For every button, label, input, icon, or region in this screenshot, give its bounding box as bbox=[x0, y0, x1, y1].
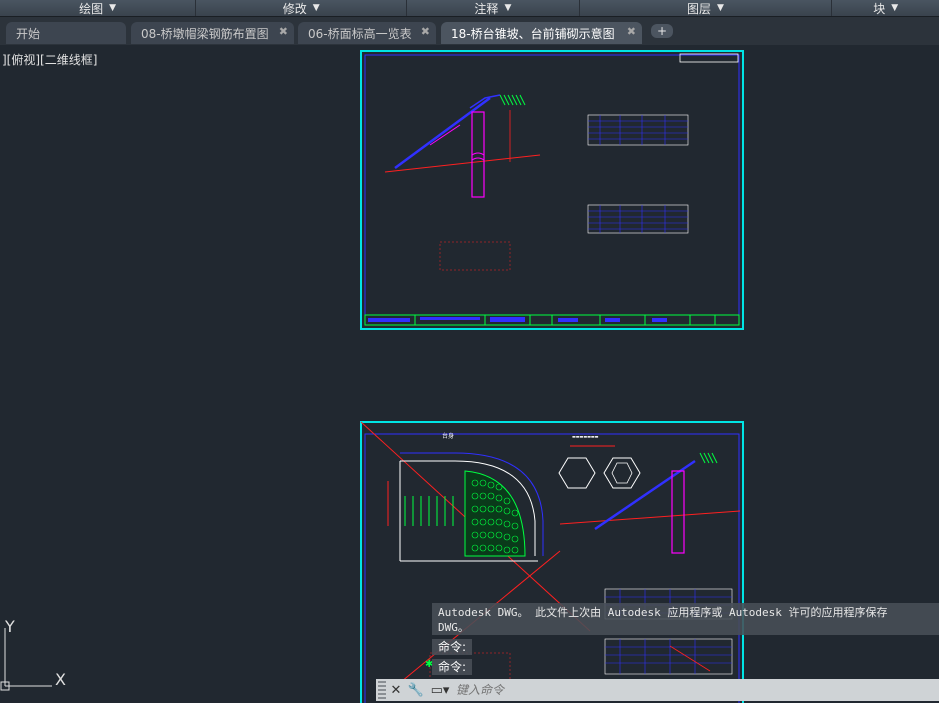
inner-border bbox=[364, 54, 740, 326]
ucs-axis-icon: Y X bbox=[0, 618, 66, 691]
chevron-down-icon: ▼ bbox=[312, 3, 320, 13]
dim-line bbox=[429, 124, 461, 146]
hatching-2 bbox=[699, 452, 718, 464]
command-prompt-icon[interactable]: ▭▾ bbox=[426, 680, 454, 700]
quantity-table-1 bbox=[587, 114, 689, 146]
ribbon-panel-modify[interactable]: 修改 ▼ bbox=[196, 0, 408, 16]
quantity-table-4 bbox=[604, 638, 733, 675]
tab-label: 开始 bbox=[16, 26, 41, 41]
hexagon-block-2 bbox=[603, 457, 641, 489]
tab-deck-elevation[interactable]: 06-桥面标高一览表 ✖ bbox=[298, 22, 436, 44]
viewport-controls[interactable]: ][俯视][二维线框] bbox=[2, 51, 97, 68]
close-icon[interactable]: ✖ bbox=[627, 25, 636, 38]
sheet-border bbox=[360, 421, 744, 703]
command-prompt: 命令: bbox=[432, 639, 473, 655]
plus-icon: + bbox=[656, 24, 668, 38]
file-tab-bar: 开始 08-桥墩帽梁钢筋布置图 ✖ 06-桥面标高一览表 ✖ 18-桥台锥坡、台… bbox=[0, 17, 939, 45]
command-history: Autodesk DWG。 此文件上次由 Autodesk 应用程序或 Auto… bbox=[432, 603, 939, 635]
drag-handle[interactable] bbox=[378, 681, 386, 699]
add-tab-button[interactable]: + bbox=[651, 24, 673, 38]
chevron-down-icon: ▼ bbox=[717, 3, 724, 13]
sheet-border bbox=[360, 50, 744, 330]
hexagon-block-1 bbox=[558, 457, 596, 489]
ucs-y-label: Y bbox=[4, 618, 15, 636]
drawing-sheet-bottom[interactable]: 台身 ▬▬▬▬▬▬▬ ✱ bbox=[360, 421, 744, 703]
hex-title-mark: ▬▬▬▬▬▬▬ bbox=[572, 434, 599, 439]
ribbon-panel-layers[interactable]: 图层 ▼ bbox=[580, 0, 833, 16]
tab-pier-cap-rebar[interactable]: 08-桥墩帽梁钢筋布置图 ✖ bbox=[131, 22, 294, 44]
ucs-x-label: X bbox=[55, 670, 66, 689]
panel-label: 修改 bbox=[282, 1, 307, 16]
table-cross bbox=[669, 645, 711, 672]
plan-piles bbox=[404, 496, 454, 526]
ribbon-panel-annotate[interactable]: 注释 ▼ bbox=[407, 0, 580, 16]
close-icon[interactable]: ✖ bbox=[421, 25, 430, 38]
tab-start[interactable]: 开始 bbox=[6, 22, 126, 44]
slope-line bbox=[394, 96, 491, 170]
tab-label: 18-桥台锥坡、台前铺砌示意图 bbox=[451, 26, 615, 41]
chevron-down-icon: ▼ bbox=[891, 3, 899, 13]
ribbon-panel-bar: 绘图 ▼ 修改 ▼ 注释 ▼ 图层 ▼ 块 ▼ bbox=[0, 0, 939, 17]
panel-label: 绘图 bbox=[79, 1, 104, 16]
tab-label: 08-桥墩帽梁钢筋布置图 bbox=[141, 26, 269, 41]
panel-label: 块 bbox=[873, 1, 886, 16]
hexagon-inner bbox=[611, 462, 633, 484]
chevron-down-icon: ▼ bbox=[504, 3, 512, 13]
tab-abutment-slope[interactable]: 18-桥台锥坡、台前铺砌示意图 ✖ bbox=[441, 22, 642, 44]
panel-label: 图层 bbox=[687, 1, 712, 16]
drawing-sheet-top[interactable] bbox=[360, 50, 744, 330]
command-line-bar: ✕ 🔧 ▭▾ bbox=[376, 679, 939, 701]
close-icon[interactable]: ✕ bbox=[386, 680, 406, 700]
plan-title: 台身 bbox=[442, 432, 454, 440]
abutment-body-2 bbox=[671, 470, 685, 554]
ribbon-panel-draw[interactable]: 绘图 ▼ bbox=[0, 0, 197, 16]
command-prompt: 命令: bbox=[432, 659, 473, 675]
notes-block bbox=[439, 241, 511, 271]
break-symbol bbox=[471, 152, 485, 161]
pitching-area bbox=[464, 470, 526, 557]
inner-border bbox=[364, 433, 740, 703]
wrench-icon[interactable]: 🔧 bbox=[406, 680, 426, 700]
history-line: Autodesk DWG。 此文件上次由 Autodesk 应用程序或 Auto… bbox=[438, 606, 888, 619]
panel-label: 注释 bbox=[474, 1, 499, 16]
ribbon-panel-block[interactable]: 块 ▼ bbox=[832, 0, 939, 16]
quantity-table-2 bbox=[587, 204, 689, 234]
command-input[interactable] bbox=[454, 680, 878, 700]
tab-label: 06-桥面标高一览表 bbox=[308, 26, 412, 41]
hatching bbox=[499, 94, 526, 106]
close-icon[interactable]: ✖ bbox=[279, 25, 288, 38]
ground-line-2 bbox=[559, 510, 741, 525]
history-line: DWG。 bbox=[438, 621, 469, 634]
title-block-text bbox=[368, 317, 667, 322]
chevron-down-icon: ▼ bbox=[109, 3, 117, 13]
